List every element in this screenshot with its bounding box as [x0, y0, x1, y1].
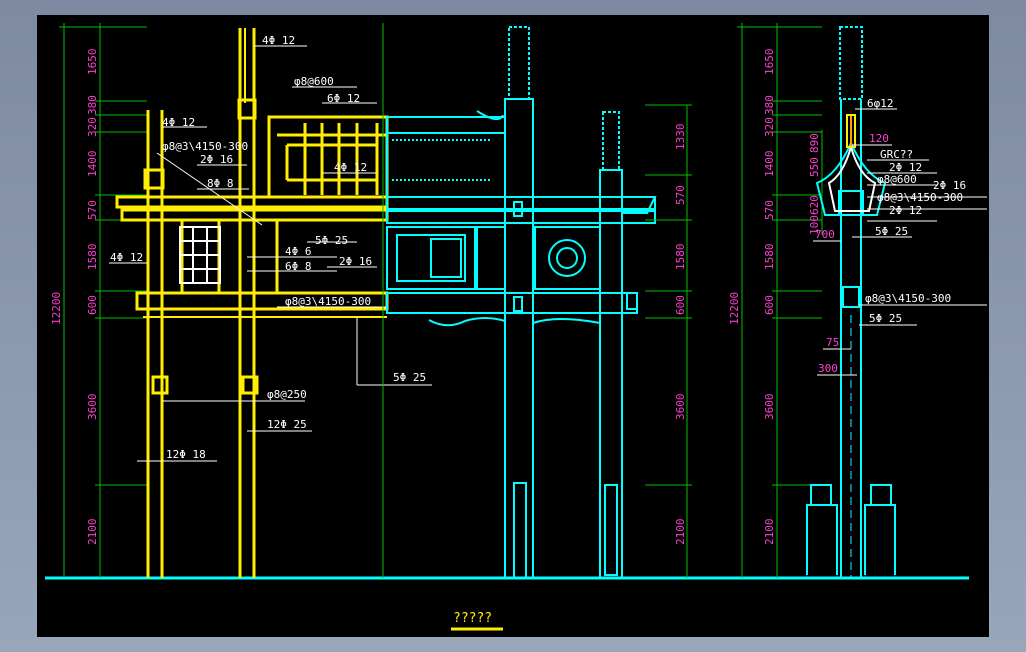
rebar-label: φ8@250: [267, 388, 307, 401]
rebar-label: 300: [818, 362, 838, 375]
dim-label: 2100: [674, 519, 687, 546]
right-rebar-labels: 6φ12 120 GRC?? 2Φ 12 φ8@600 2Φ 16 φ8@3\4…: [815, 97, 966, 375]
rebar-label: 4Φ 12: [334, 161, 367, 174]
dim-label: 320: [763, 117, 776, 137]
rebar-label: 6Φ 12: [327, 92, 360, 105]
lattice-window: [179, 226, 221, 284]
rebar-label: φ8@600: [877, 173, 917, 186]
rebar-label: 2Φ 12: [889, 204, 922, 217]
rebar-label: 8Φ 8: [207, 177, 234, 190]
mid-dimension-chain: [645, 104, 692, 578]
dim-label: 1650: [86, 49, 99, 76]
mid-dim-labels: 1330 570 1580 600 3600 2100: [674, 124, 687, 546]
rebar-label: 5Φ 25: [875, 225, 908, 238]
rebar-label: 2Φ 16: [339, 255, 372, 268]
rebar-label: φ8@3\4150-300: [162, 140, 248, 153]
left-dim-labels: 1650 320 380 1400 570 1580 600 3600 2100…: [50, 49, 99, 546]
rebar-label: 6φ12: [867, 97, 894, 110]
dim-label: 1580: [86, 244, 99, 271]
dim-label: 2100: [763, 519, 776, 546]
dim-label: 1330: [674, 124, 687, 151]
dim-label: 1400: [763, 151, 776, 178]
dim-total: 12200: [728, 292, 741, 325]
dim-label: 1580: [674, 244, 687, 271]
cyan-gate-elevation: [386, 26, 657, 579]
rebar-label: φ8@3\4150-300: [865, 292, 951, 305]
drawing-svg: 1650 320 380 1400 570 1580 600 3600 2100…: [45, 23, 987, 631]
rebar-label: 2Φ 16: [200, 153, 233, 166]
left-dimension-chain: [59, 23, 147, 578]
rebar-label: 75: [826, 336, 839, 349]
rebar-label: 12Φ 25: [267, 418, 307, 431]
dim-label: 600: [763, 295, 776, 315]
dim-label: 550: [808, 157, 821, 177]
rebar-label: 700: [815, 228, 835, 241]
dim-label: 600: [86, 295, 99, 315]
rebar-label: 5Φ 25: [869, 312, 902, 325]
rebar-label: 5Φ 25: [315, 234, 348, 247]
rebar-label: φ8@600: [294, 75, 334, 88]
dim-label: 1650: [763, 49, 776, 76]
left-rebar-labels: 4Φ 12 4Φ 12 φ8@600 6Φ 12 φ8@3\4150-300 2…: [110, 34, 426, 461]
dim-label: 1580: [763, 244, 776, 271]
rebar-label: 5Φ 25: [393, 371, 426, 384]
dim-label: 1400: [86, 151, 99, 178]
dim-label: 570: [763, 200, 776, 220]
rebar-label: φ8@3\4150-300: [285, 295, 371, 308]
right-dimension-chain: [737, 23, 823, 578]
dim-label: 890: [808, 133, 821, 153]
rebar-label: 4Φ 6: [285, 245, 312, 258]
rebar-label: 6Φ 8: [285, 260, 312, 273]
dim-label: 600: [674, 295, 687, 315]
rebar-label: GRC??: [880, 148, 913, 161]
dim-label: 3600: [674, 394, 687, 421]
dim-label: 380: [763, 95, 776, 115]
dim-label: 380: [86, 95, 99, 115]
drawing-title: ?????: [451, 611, 503, 631]
dim-label: 320: [86, 117, 99, 137]
cad-window: 1650 320 380 1400 570 1580 600 3600 2100…: [0, 0, 1026, 652]
rebar-label: 4Φ 12: [162, 116, 195, 129]
dim-label: 3600: [763, 394, 776, 421]
rebar-label: φ8@3\4150-300: [877, 191, 963, 204]
dim-label: 3600: [86, 394, 99, 421]
dim-total: 12200: [50, 292, 63, 325]
title-text: ?????: [453, 611, 492, 626]
rebar-label: 12Φ 18: [166, 448, 206, 461]
dim-label: 570: [86, 200, 99, 220]
dim-label: 620: [808, 195, 821, 215]
rebar-label: 4Φ 12: [262, 34, 295, 47]
dim-label: 570: [674, 185, 687, 205]
drawing-canvas[interactable]: 1650 320 380 1400 570 1580 600 3600 2100…: [37, 15, 989, 637]
dim-label: 2100: [86, 519, 99, 546]
rebar-label: 120: [869, 132, 889, 145]
rebar-label: 4Φ 12: [110, 251, 143, 264]
